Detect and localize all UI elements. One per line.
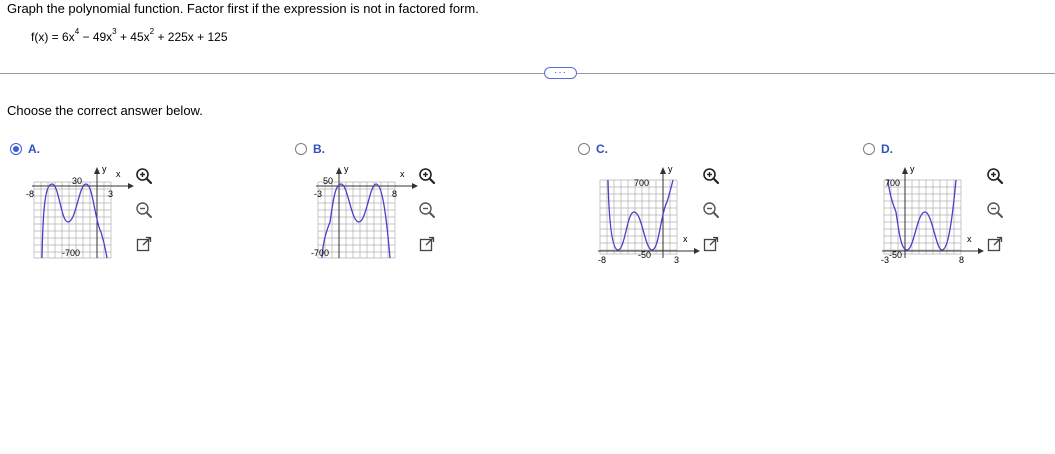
tick-label-top: 30	[72, 176, 82, 186]
zoom-in-icon[interactable]	[702, 167, 720, 185]
tick-label-top: 700	[885, 178, 900, 188]
axis-x-label: x	[683, 234, 688, 244]
option-b-letter: B.	[313, 142, 325, 156]
axis-y-label: y	[344, 164, 349, 174]
tick-label-left: -8	[598, 255, 606, 265]
popout-icon[interactable]	[702, 235, 720, 253]
graph-option-c: y x 700 -8 3 -50	[598, 164, 700, 265]
zoom-out-icon[interactable]	[418, 201, 436, 219]
tick-label-bottom: -700	[62, 248, 80, 258]
zoom-out-icon[interactable]	[135, 201, 153, 219]
graph-option-a: y x 30 -8 3 -700	[26, 164, 134, 259]
radio-option-a[interactable]	[10, 143, 22, 155]
tick-label-bottom: -700	[311, 248, 329, 258]
popout-icon[interactable]	[418, 235, 436, 253]
option-d-letter: D.	[881, 142, 893, 156]
option-c-letter: C.	[596, 142, 608, 156]
tick-label-top: 50	[323, 176, 333, 186]
tick-label-bottom: -50	[638, 250, 651, 260]
radio-option-c[interactable]	[578, 143, 590, 155]
graph-option-b: y x 50 -3 8 -700	[311, 164, 418, 259]
axis-y-label: y	[102, 164, 107, 174]
axis-y-label: y	[910, 164, 915, 174]
tick-label-bottom: -50	[889, 250, 902, 260]
question-text: Graph the polynomial function. Factor fi…	[7, 1, 479, 16]
popout-icon[interactable]	[986, 235, 1004, 253]
section-divider	[0, 73, 1055, 74]
tick-label-right: 3	[108, 189, 113, 199]
tick-label-right: 8	[392, 189, 397, 199]
axis-x-label: x	[400, 169, 405, 179]
popout-icon[interactable]	[135, 235, 153, 253]
zoom-in-icon[interactable]	[418, 167, 436, 185]
zoom-out-icon[interactable]	[986, 201, 1004, 219]
axis-y-label: y	[668, 164, 673, 174]
answer-prompt: Choose the correct answer below.	[7, 103, 203, 118]
tick-label-left: -3	[881, 255, 889, 265]
axis-x-label: x	[967, 234, 972, 244]
more-button[interactable]: ···	[544, 67, 577, 79]
option-a-letter: A.	[28, 142, 40, 156]
graph-option-d: y x 700 -3 8 -50	[881, 164, 984, 265]
zoom-out-icon[interactable]	[702, 201, 720, 219]
tick-label-left: -3	[314, 189, 322, 199]
zoom-in-icon[interactable]	[135, 167, 153, 185]
polynomial-formula: f(x) = 6x4 − 49x3 + 45x2 + 225x + 125	[31, 27, 228, 44]
tick-label-top: 700	[634, 178, 649, 188]
tick-label-right: 3	[674, 255, 679, 265]
radio-option-b[interactable]	[295, 143, 307, 155]
tick-label-left: -8	[26, 189, 34, 199]
radio-option-d[interactable]	[863, 143, 875, 155]
axis-x-label: x	[116, 169, 121, 179]
zoom-in-icon[interactable]	[986, 167, 1004, 185]
tick-label-right: 8	[959, 255, 964, 265]
